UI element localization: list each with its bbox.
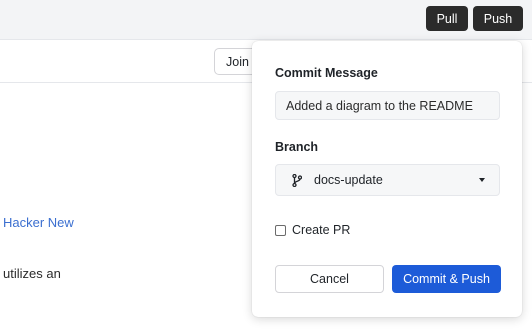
create-pr-checkbox[interactable] xyxy=(275,224,286,236)
branch-select[interactable]: docs-update xyxy=(275,164,500,196)
branch-value: docs-update xyxy=(314,173,383,187)
chevron-down-icon xyxy=(479,178,485,182)
top-toolbar: Pull Push xyxy=(0,0,532,40)
commit-message-input[interactable] xyxy=(275,91,500,120)
commit-and-push-button[interactable]: Commit & Push xyxy=(392,265,501,293)
push-button[interactable]: Push xyxy=(473,6,523,31)
background-text: utilizes an xyxy=(3,266,61,281)
commit-panel: Commit Message Branch docs-update Create… xyxy=(252,41,522,317)
cancel-button[interactable]: Cancel xyxy=(275,265,384,293)
git-branch-icon xyxy=(292,173,304,187)
commit-message-label: Commit Message xyxy=(275,66,378,80)
background-link[interactable]: Hacker New xyxy=(3,215,74,230)
create-pr-option[interactable]: Create PR xyxy=(275,223,350,237)
branch-label: Branch xyxy=(275,140,319,154)
create-pr-label: Create PR xyxy=(292,223,351,237)
pull-button[interactable]: Pull xyxy=(426,6,468,31)
